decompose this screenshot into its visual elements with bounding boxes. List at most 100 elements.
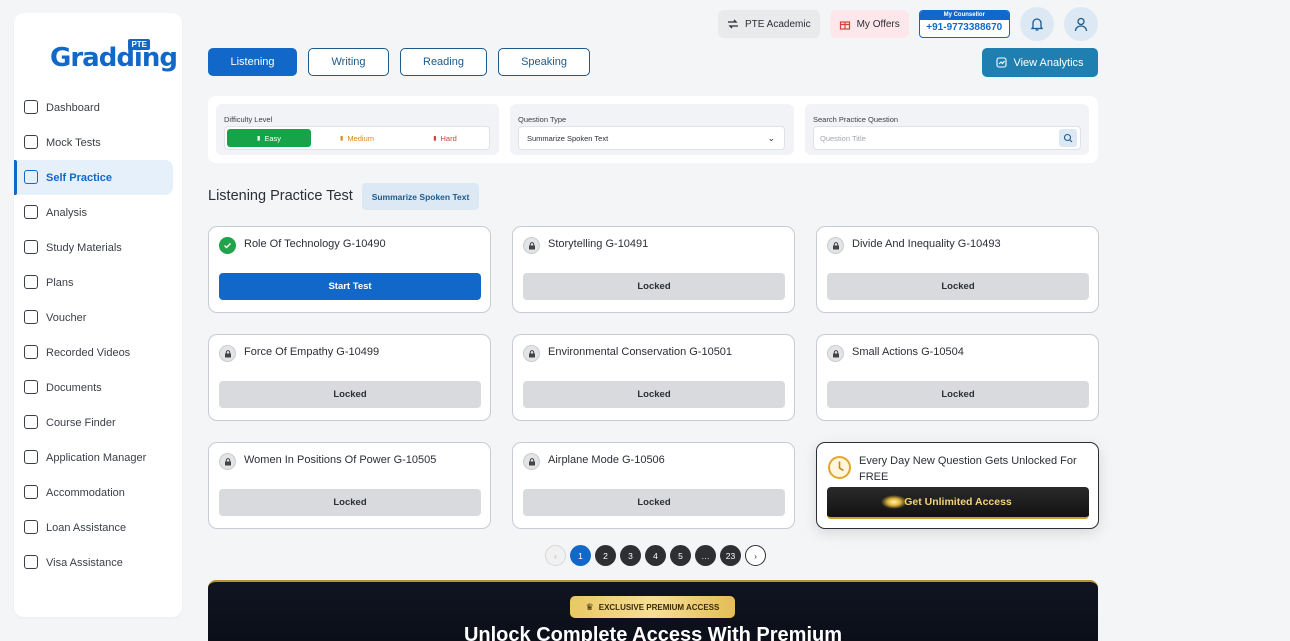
counsellor-contact[interactable]: My Counsellor +91-9773388670 [918,10,1010,38]
sidebar-item-recorded-videos[interactable]: Recorded Videos [14,335,182,370]
sidebar-item-study-materials[interactable]: Study Materials [14,230,182,265]
locked-button[interactable]: Locked [523,381,785,408]
sidebar-item-label: Mock Tests [46,136,101,149]
application-manager-icon [24,450,38,464]
sidebar-item-loan-assistance[interactable]: Loan Assistance [14,510,182,545]
question-type-value: Summarize Spoken Text [527,133,609,143]
question-type-label: Question Type [518,115,567,124]
brand-name: Gradding [50,43,178,73]
sidebar-item-documents[interactable]: Documents [14,370,182,405]
card-title: Storytelling G-10491 [548,238,649,250]
section-title: Listening Practice Test [208,188,353,204]
difficulty-medium-button[interactable]: ▮ Medium [315,129,399,147]
analytics-icon [996,57,1007,68]
tab-reading[interactable]: Reading [400,48,487,76]
locked-button[interactable]: Locked [523,273,785,300]
sidebar-item-visa-assistance[interactable]: Visa Assistance [14,545,182,580]
practice-card: Airplane Mode G-10506 Locked [512,442,795,529]
difficulty-hard-button[interactable]: ▮ Hard [403,129,487,147]
offers-label: My Offers [856,18,900,30]
documents-icon [24,380,38,394]
premium-pill-label: EXCLUSIVE PREMIUM ACCESS [598,602,720,612]
my-offers-button[interactable]: My Offers [829,10,909,38]
next-page-button[interactable]: › [745,545,766,566]
sidebar-item-mock-tests[interactable]: Mock Tests [14,125,182,160]
sidebar-item-analysis[interactable]: Analysis [14,195,182,230]
page-button[interactable]: 23 [720,545,741,566]
start-test-button[interactable]: Start Test [219,273,481,300]
sidebar-item-dashboard[interactable]: Dashboard [14,90,182,125]
sparkle-icon [881,495,907,509]
sidebar-item-plans[interactable]: Plans [14,265,182,300]
view-analytics-label: View Analytics [1013,56,1084,69]
locked-button[interactable]: Locked [219,381,481,408]
sidebar-item-self-practice[interactable]: Self Practice [14,160,173,195]
get-unlimited-access-button[interactable]: Get Unlimited Access [827,487,1089,519]
sidebar-item-application-manager[interactable]: Application Manager [14,440,182,475]
bell-icon [1030,18,1043,31]
tab-listening[interactable]: Listening [208,48,297,76]
loan-assistance-icon [24,520,38,534]
bars-icon: ▮ [340,135,344,142]
tab-writing[interactable]: Writing [308,48,389,76]
crown-icon: ♛ [585,601,594,612]
promo-text: Every Day New Question Gets Unlocked For… [859,455,1077,483]
prev-page-button[interactable]: ‹ [545,545,566,566]
page-button[interactable]: 2 [595,545,616,566]
difficulty-hard-label: Hard [440,133,457,143]
page-button[interactable]: 4 [645,545,666,566]
premium-pill: ♛ EXCLUSIVE PREMIUM ACCESS [570,596,735,618]
locked-button[interactable]: Locked [219,489,481,516]
bars-icon: ▮ [257,135,261,142]
difficulty-easy-button[interactable]: ▮ Easy [227,129,311,147]
card-title: Airplane Mode G-10506 [548,454,665,466]
premium-title: Unlock Complete Access With Premium [463,624,843,641]
sidebar-item-label: Voucher [46,311,87,324]
gradding-logo[interactable]: Gradding PTE [50,39,178,79]
practice-card: Force Of Empathy G-10499 Locked [208,334,491,421]
page-ellipsis: … [695,545,716,566]
locked-button[interactable]: Locked [523,489,785,516]
sidebar-item-voucher[interactable]: Voucher [14,300,182,335]
visa-assistance-icon [24,555,38,569]
page-button[interactable]: 3 [620,545,641,566]
practice-card: Role Of Technology G-10490 Start Test [208,226,491,313]
question-type-filter: Question Type Summarize Spoken Text ⌄ [510,104,794,155]
practice-card: Divide And Inequality G-10493 Locked [816,226,1099,313]
course-finder-icon [24,415,38,429]
card-title: Role Of Technology G-10490 [244,238,386,250]
switch-icon [728,19,738,29]
difficulty-label: Difficulty Level [224,115,273,124]
brand-tag: PTE [128,39,150,50]
lock-icon [827,345,844,362]
search-label: Search Practice Question [813,115,899,124]
practice-card: Small Actions G-10504 Locked [816,334,1099,421]
locked-button[interactable]: Locked [827,273,1089,300]
search-icon[interactable] [1059,129,1077,147]
mock-tests-icon [24,135,38,149]
notifications-button[interactable] [1019,7,1054,41]
sidebar-item-accommodation[interactable]: Accommodation [14,475,182,510]
sidebar: Gradding PTE Dashboard Mock Tests Self P… [14,13,182,617]
lock-icon [523,345,540,362]
unlock-promo-card: Every Day New Question Gets Unlocked For… [816,442,1099,529]
sidebar-item-label: Documents [46,381,102,394]
view-analytics-button[interactable]: View Analytics [982,48,1098,77]
question-type-select[interactable]: Summarize Spoken Text ⌄ [518,126,785,150]
sidebar-item-course-finder[interactable]: Course Finder [14,405,182,440]
plans-icon [24,275,38,289]
sidebar-item-label: Study Materials [46,241,122,254]
dashboard-icon [24,100,38,114]
difficulty-filter: Difficulty Level ▮ Easy ▮ Medium ▮ Hard [216,104,499,155]
exam-selector[interactable]: PTE Academic [718,10,820,38]
premium-banner: ♛ EXCLUSIVE PREMIUM ACCESS Unlock Comple… [208,580,1098,641]
search-input[interactable] [813,126,1081,150]
profile-button[interactable] [1063,7,1098,41]
difficulty-toggle: ▮ Easy ▮ Medium ▮ Hard [224,126,490,150]
page-button[interactable]: 1 [570,545,591,566]
practice-card: Storytelling G-10491 Locked [512,226,795,313]
locked-button[interactable]: Locked [827,381,1089,408]
tab-speaking[interactable]: Speaking [498,48,590,76]
question-type-badge: Summarize Spoken Text [362,183,479,210]
page-button[interactable]: 5 [670,545,691,566]
